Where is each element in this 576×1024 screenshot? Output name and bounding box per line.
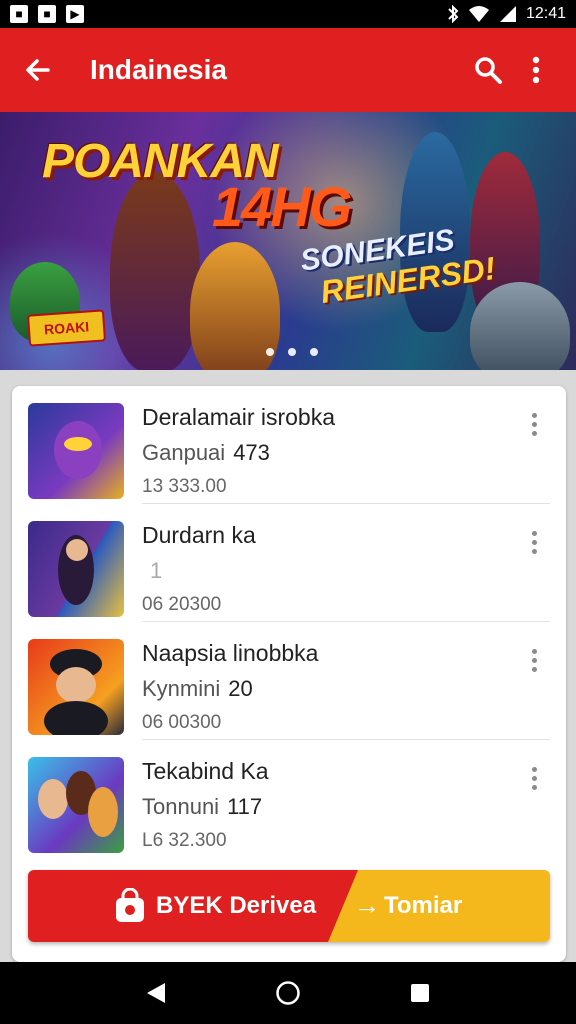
game-name: Naapsia linobbka — [142, 640, 319, 666]
game-list-card: Deralamair isrobka Ganpuai 473 13 333.00 … — [12, 386, 566, 962]
nav-back-button[interactable] — [132, 969, 180, 1017]
nav-home-button[interactable] — [264, 969, 312, 1017]
cta-primary-label: BYEK Derivea — [156, 892, 317, 919]
search-icon — [475, 57, 502, 84]
triangle-back-icon — [147, 983, 165, 1003]
app-bar: Indainesia — [0, 28, 576, 112]
game-subtitle-label: Ganpuai — [142, 440, 226, 465]
game-subtitle: 1 — [142, 556, 256, 586]
back-button[interactable] — [16, 48, 60, 92]
shopping-bag-icon — [116, 888, 144, 922]
circle-home-icon — [276, 981, 300, 1005]
more-vert-icon[interactable] — [518, 526, 550, 558]
nav-recents-button[interactable] — [396, 969, 444, 1017]
cta-secondary-label: Tomiar — [384, 892, 463, 919]
list-item[interactable]: Tekabind Ka Tonnuni 117 L6 32.300 — [12, 740, 566, 858]
more-vert-icon[interactable] — [518, 408, 550, 440]
game-name: Durdarn ka — [142, 522, 256, 548]
app-icon-3: ▶ — [66, 5, 84, 23]
square-recents-icon — [411, 984, 429, 1002]
status-left: ■ ■ ▶ — [10, 5, 84, 23]
page-title: Indainesia — [90, 54, 227, 85]
list-item-text: Naapsia linobbka Kynmini 20 06 00300 — [142, 638, 318, 736]
carousel-dot[interactable] — [288, 348, 296, 356]
status-bar: ■ ■ ▶ 12:41 — [0, 0, 576, 28]
wifi-icon — [468, 6, 489, 22]
game-count: 473 — [233, 440, 270, 465]
deliver-cta-button[interactable]: BYEK Derivea → Tomiar — [28, 870, 550, 942]
game-count: 20 — [228, 676, 253, 701]
carousel-dot[interactable] — [310, 348, 318, 356]
list-item[interactable]: Naapsia linobbka Kynmini 20 06 00300 — [12, 622, 566, 740]
more-vert-icon — [532, 56, 540, 84]
status-time: 12:41 — [525, 5, 566, 22]
game-name: Deralamair isrobka — [142, 404, 336, 430]
game-meta: 13 333.00 — [142, 476, 227, 497]
game-subtitle: Ganpuai 473 — [142, 438, 335, 468]
game-meta: 06 00300 — [142, 712, 222, 733]
game-thumbnail — [28, 639, 124, 735]
more-vert-icon[interactable] — [518, 762, 550, 794]
arrow-left-icon — [26, 59, 50, 81]
bluetooth-icon — [448, 5, 459, 23]
game-subtitle-label: Tonnuni — [142, 794, 220, 819]
banner-character — [110, 172, 200, 370]
list-item-text: Deralamair isrobka Ganpuai 473 13 333.00 — [142, 402, 335, 500]
game-subtitle: Tonnuni 117 — [142, 792, 269, 822]
overflow-menu-button[interactable] — [512, 46, 560, 94]
game-name: Tekabind Ka — [142, 758, 269, 784]
app-icon-2: ■ — [38, 5, 56, 23]
game-subtitle: Kynmini 20 — [142, 674, 318, 704]
app-icon-1: ■ — [10, 5, 28, 23]
carousel-indicator — [266, 348, 318, 356]
game-thumbnail — [28, 521, 124, 617]
game-count: 1 — [150, 558, 163, 583]
banner-badge: ROAKI — [26, 309, 107, 347]
list-item-text: Tekabind Ka Tonnuni 117 L6 32.300 — [142, 756, 269, 854]
game-subtitle-label: Kynmini — [142, 676, 221, 701]
game-thumbnail — [28, 757, 124, 853]
game-count: 117 — [227, 794, 263, 819]
search-button[interactable] — [464, 46, 512, 94]
promo-banner[interactable]: POANKAN 14HG SONEKEIS REINERSD! ROAKI — [0, 112, 576, 370]
banner-headline-2: 14HG — [212, 175, 352, 238]
list-item-text: Durdarn ka 1 06 20300 — [142, 520, 256, 618]
carousel-dot[interactable] — [266, 348, 274, 356]
signal-icon — [499, 6, 516, 22]
status-right: 12:41 — [446, 5, 566, 23]
list-item[interactable]: Durdarn ka 1 06 20300 — [12, 504, 566, 622]
game-meta: L6 32.300 — [142, 830, 227, 851]
arrow-right-icon: → — [354, 890, 380, 920]
banner-character — [470, 282, 570, 370]
game-meta: 06 20300 — [142, 594, 222, 615]
more-vert-icon[interactable] — [518, 644, 550, 676]
system-nav-bar — [0, 962, 576, 1024]
game-thumbnail — [28, 403, 124, 499]
list-item[interactable]: Deralamair isrobka Ganpuai 473 13 333.00 — [12, 386, 566, 504]
